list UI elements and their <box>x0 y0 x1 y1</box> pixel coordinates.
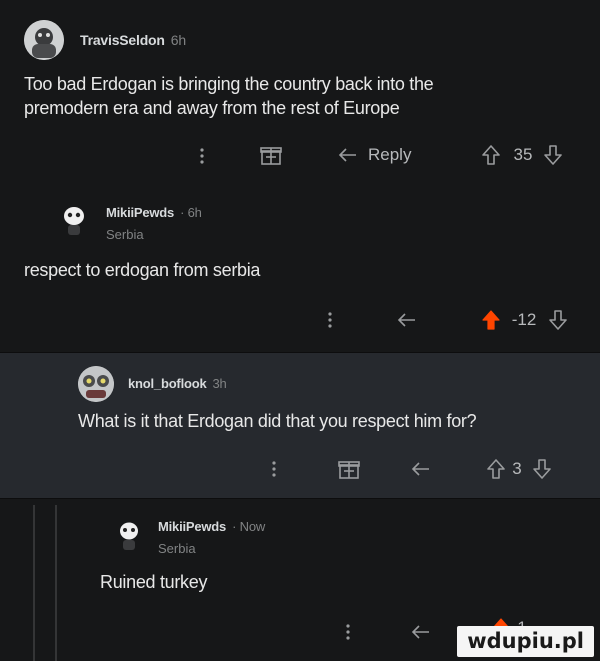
timestamp: · Now <box>232 519 266 534</box>
comment-body: What is it that Erdogan did that you res… <box>78 409 477 433</box>
reply-button[interactable] <box>406 618 436 646</box>
timestamp: 6h <box>170 32 186 48</box>
comment-body-line: premodern era and away from the rest of … <box>24 98 400 118</box>
thread-line <box>33 505 35 661</box>
more-vertical-icon[interactable] <box>318 306 342 334</box>
award-box-icon[interactable] <box>336 455 362 483</box>
downvote-arrow-icon[interactable] <box>545 306 571 334</box>
vote-score: -12 <box>511 310 537 329</box>
username[interactable]: TravisSeldon 6h <box>80 32 186 48</box>
comment-body: Too bad Erdogan is bringing the country … <box>24 72 434 120</box>
reply-arrow-icon <box>411 625 431 639</box>
username[interactable]: MikiiPewds · Now <box>158 519 265 534</box>
upvote-arrow-icon[interactable] <box>478 141 504 169</box>
reply-arrow-icon <box>397 313 417 327</box>
watermark-logo: wdupiu.pl <box>457 626 594 657</box>
comment-body-line: Too bad Erdogan is bringing the country … <box>24 74 434 94</box>
username[interactable]: MikiiPewds · 6h <box>106 205 202 220</box>
comment-body: Ruined turkey <box>100 570 207 594</box>
avatar[interactable] <box>78 366 114 402</box>
more-vertical-icon[interactable] <box>336 618 360 646</box>
timestamp: 3h <box>212 376 227 391</box>
reply-button[interactable] <box>406 455 436 483</box>
reply-button[interactable] <box>392 306 422 334</box>
vote-score: 35 <box>513 145 533 164</box>
award-box-icon[interactable] <box>258 141 284 169</box>
upvote-arrow-icon[interactable] <box>484 455 508 483</box>
user-flair: Serbia <box>158 541 196 556</box>
reply-label: Reply <box>368 145 412 164</box>
comment-body-line: respect to erdogan from serbia <box>24 260 261 280</box>
upvote-arrow-icon[interactable] <box>478 306 504 334</box>
comment-body-line: Ruined turkey <box>100 572 208 592</box>
vote-score: 3 <box>512 459 522 478</box>
comment-body-line: What is it that Erdogan did that you res… <box>78 411 477 431</box>
downvote-arrow-icon[interactable] <box>540 141 566 169</box>
reply-arrow-icon <box>338 148 358 162</box>
comment-body: respect to erdogan from serbia <box>24 258 260 282</box>
username[interactable]: knol_boflook 3h <box>128 376 227 391</box>
user-flair: Serbia <box>106 227 144 242</box>
avatar[interactable] <box>56 202 92 238</box>
reply-button[interactable]: Reply <box>338 140 438 170</box>
divider <box>0 498 600 499</box>
avatar[interactable] <box>112 518 146 552</box>
more-vertical-icon[interactable] <box>190 142 214 170</box>
thread-line <box>55 505 57 661</box>
avatar[interactable] <box>24 20 64 60</box>
timestamp: · 6h <box>180 205 202 220</box>
divider <box>0 352 600 353</box>
more-vertical-icon[interactable] <box>262 455 286 483</box>
reply-arrow-icon <box>411 462 431 476</box>
downvote-arrow-icon[interactable] <box>530 455 554 483</box>
